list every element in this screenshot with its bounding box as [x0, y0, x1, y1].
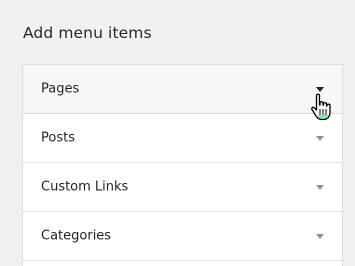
- accordion-item-custom-links[interactable]: Custom Links: [23, 163, 342, 212]
- accordion-item-posts[interactable]: Posts: [23, 114, 342, 163]
- accordion-item-label: Categories: [41, 228, 112, 244]
- accordion-item-label: Pages: [41, 81, 80, 97]
- accordion-item-pages[interactable]: Pages: [23, 65, 342, 114]
- chevron-down-icon[interactable]: [316, 136, 324, 141]
- hand-pointer-cursor-icon: [311, 93, 331, 121]
- add-menu-items-accordion: Pages Posts Custom Links Categories: [22, 64, 343, 266]
- chevron-down-icon[interactable]: [316, 185, 324, 190]
- accordion-item-label: Posts: [41, 130, 75, 146]
- add-menu-items-title: Add menu items: [23, 24, 152, 42]
- chevron-down-icon[interactable]: [316, 234, 324, 239]
- accordion-item-categories[interactable]: Categories: [23, 212, 342, 261]
- accordion-item-label: Custom Links: [41, 179, 129, 195]
